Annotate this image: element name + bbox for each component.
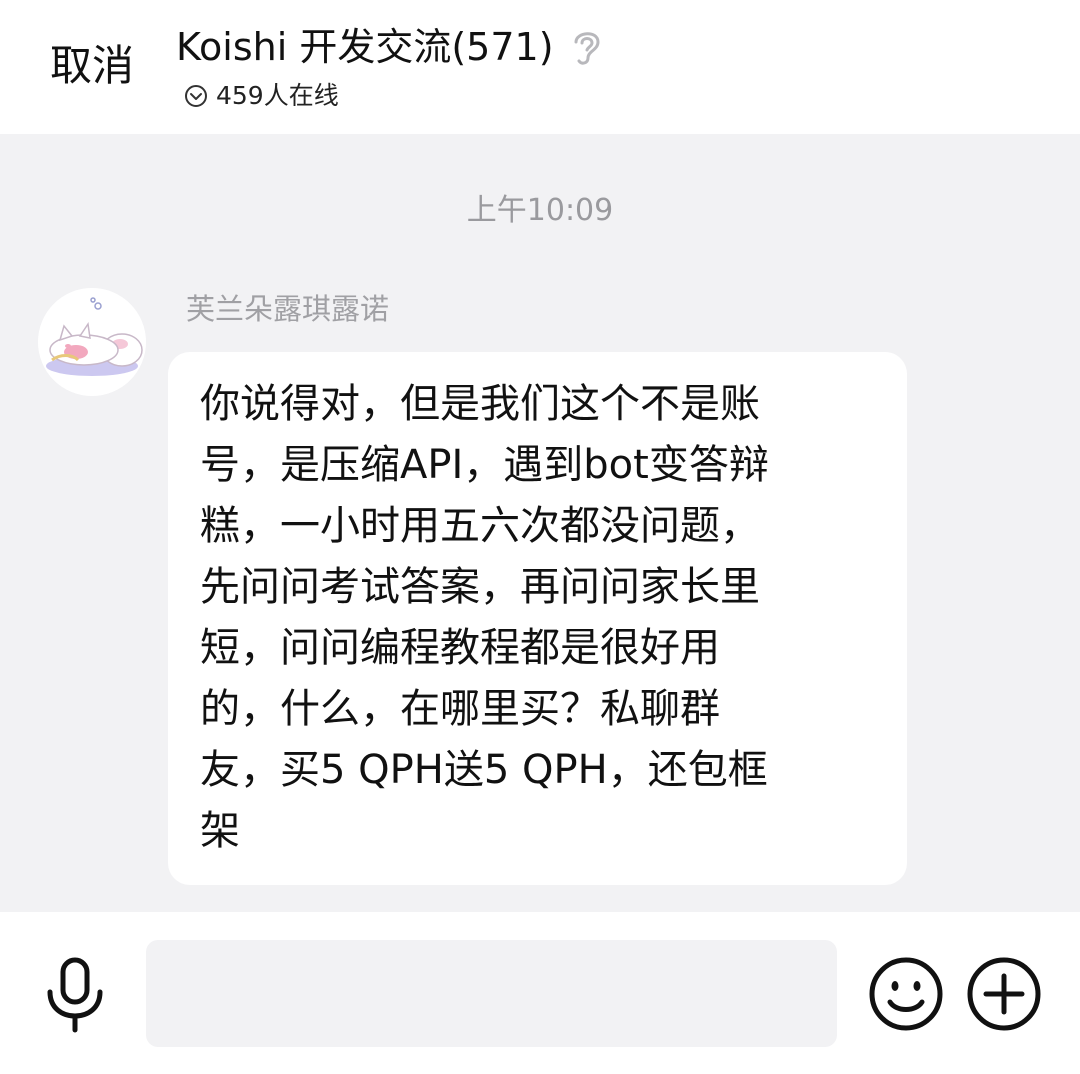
message-input[interactable] bbox=[146, 940, 837, 1047]
chevron-down-icon bbox=[185, 85, 207, 107]
message-text: 你说得对，但是我们这个不是账 号，是压缩API，遇到bot变答辩 糕，一小时用五… bbox=[200, 381, 769, 854]
message-timestamp: 上午10:09 bbox=[466, 193, 614, 228]
message-bubble[interactable]: 你说得对，但是我们这个不是账 号，是压缩API，遇到bot变答辩 糕，一小时用五… bbox=[168, 352, 907, 885]
ear-icon bbox=[574, 32, 600, 65]
input-bar bbox=[0, 912, 1080, 1074]
avatar-cat-image bbox=[38, 288, 146, 396]
chat-header: 取消 Koishi 开发交流(571) 459人在线 bbox=[0, 0, 1080, 134]
online-status-row[interactable]: 459人在线 bbox=[184, 80, 339, 112]
group-title: Koishi 开发交流(571) bbox=[176, 25, 554, 69]
plus-icon[interactable] bbox=[966, 956, 1042, 1032]
group-title-row[interactable]: Koishi 开发交流(571) bbox=[176, 22, 604, 72]
sender-name[interactable]: 芙兰朵露琪露诺 bbox=[186, 290, 389, 328]
avatar[interactable] bbox=[38, 288, 146, 396]
online-count: 459人在线 bbox=[216, 81, 339, 110]
emoji-icon[interactable] bbox=[868, 956, 944, 1032]
mic-icon[interactable] bbox=[42, 954, 108, 1034]
cancel-button[interactable]: 取消 bbox=[50, 40, 134, 92]
